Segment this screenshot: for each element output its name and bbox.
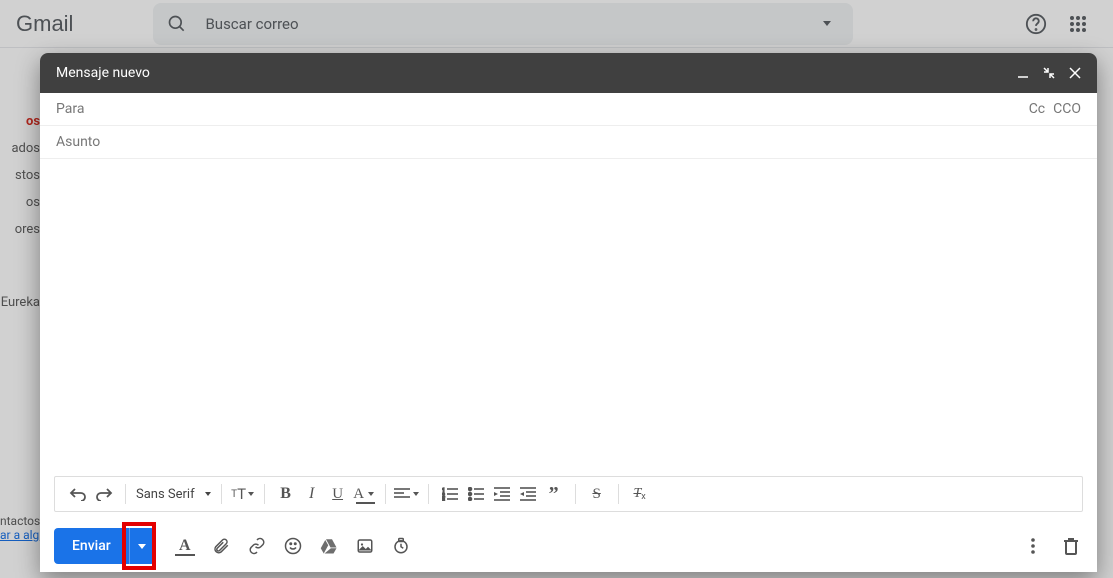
font-size-icon[interactable]: TT (230, 481, 256, 507)
discard-icon[interactable] (1059, 534, 1083, 558)
attach-icon[interactable] (209, 534, 233, 558)
bcc-toggle[interactable]: CCO (1053, 101, 1081, 117)
subject-placeholder: Asunto (56, 134, 1081, 150)
underline-icon[interactable]: U (325, 481, 351, 507)
compose-window: Mensaje nuevo Para Cc CCO Asunto Sans Se… (40, 53, 1097, 572)
confidential-icon[interactable] (389, 534, 413, 558)
italic-icon[interactable]: I (299, 481, 325, 507)
svg-text:3: 3 (442, 498, 445, 501)
indent-more-icon[interactable] (515, 481, 541, 507)
indent-less-icon[interactable] (489, 481, 515, 507)
to-row[interactable]: Para Cc CCO (40, 93, 1097, 126)
undo-icon[interactable] (65, 481, 91, 507)
image-icon[interactable] (353, 534, 377, 558)
strikethrough-icon[interactable]: S (584, 481, 610, 507)
fullscreen-exit-icon[interactable] (1043, 67, 1055, 79)
close-icon[interactable] (1069, 67, 1081, 79)
send-options-dropdown[interactable] (129, 528, 155, 564)
subject-row[interactable]: Asunto (40, 126, 1097, 159)
compose-bottom-bar: Enviar A (40, 520, 1097, 572)
bullet-list-icon[interactable] (463, 481, 489, 507)
link-icon[interactable] (245, 534, 269, 558)
format-toolbar: Sans Serif TT B I U A 123 ” S (54, 476, 1083, 512)
emoji-icon[interactable] (281, 534, 305, 558)
clear-format-icon[interactable]: Tx (627, 481, 653, 507)
compose-title: Mensaje nuevo (56, 65, 1017, 81)
bold-icon[interactable]: B (273, 481, 299, 507)
formatting-toggle-icon[interactable]: A (173, 534, 197, 558)
send-button[interactable]: Enviar (54, 528, 129, 564)
to-label: Para (56, 101, 1021, 117)
numbered-list-icon[interactable]: 123 (437, 481, 463, 507)
compose-body[interactable] (40, 159, 1097, 476)
drive-icon[interactable] (317, 534, 341, 558)
text-color-icon[interactable]: A (351, 481, 377, 507)
minimize-icon[interactable] (1017, 67, 1029, 79)
quote-icon[interactable]: ” (541, 481, 567, 507)
compose-titlebar[interactable]: Mensaje nuevo (40, 53, 1097, 93)
more-options-icon[interactable] (1021, 534, 1045, 558)
send-group: Enviar (54, 528, 155, 564)
align-icon[interactable] (394, 481, 420, 507)
redo-icon[interactable] (91, 481, 117, 507)
cc-toggle[interactable]: Cc (1029, 101, 1045, 117)
font-select[interactable]: Sans Serif (130, 487, 217, 502)
